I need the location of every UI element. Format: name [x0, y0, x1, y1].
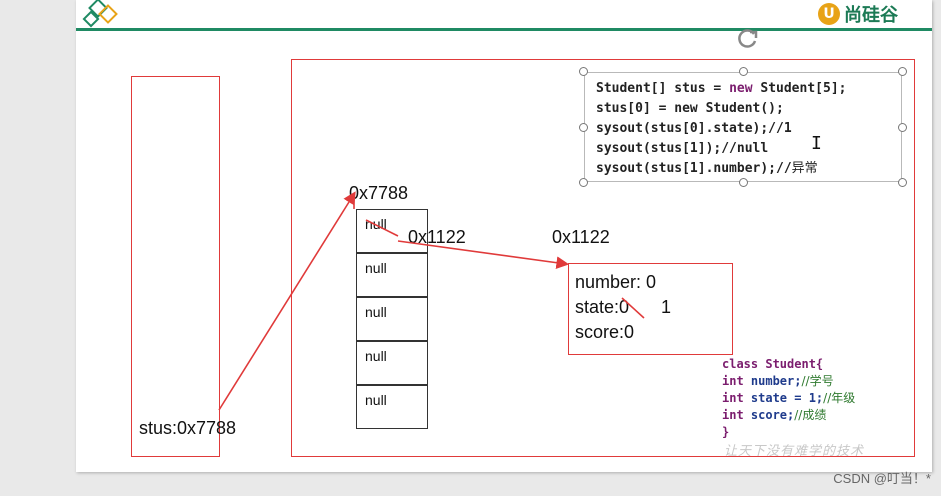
- class-line-4: int score;//成绩: [722, 407, 855, 424]
- code-text: sysout(stus[1].number);//: [596, 161, 792, 176]
- code-comment: 异常: [791, 161, 818, 176]
- resize-handle-s[interactable]: [739, 178, 748, 187]
- footer-credit: CSDN @叮当！*: [833, 471, 931, 486]
- resize-handle-n[interactable]: [739, 67, 748, 76]
- class-line-2: int number;//学号: [722, 373, 855, 390]
- stack-to-array-arrow: [218, 191, 356, 411]
- resize-handle-sw[interactable]: [579, 178, 588, 187]
- class-line-1: class Student{: [722, 357, 824, 371]
- array-to-object-arrow: [397, 240, 570, 270]
- class-keyword: int: [722, 374, 744, 388]
- class-keyword: int: [722, 391, 744, 405]
- code-text: Student[] stus =: [596, 81, 730, 96]
- class-keyword: int: [722, 408, 744, 422]
- strike-null: [365, 219, 399, 237]
- class-comment: //年级: [823, 391, 856, 405]
- code-text: Student[5];: [752, 81, 847, 96]
- watermark: 让天下没有难学的技术: [724, 444, 865, 459]
- resize-handle-nw[interactable]: [579, 67, 588, 76]
- class-field: number;: [743, 374, 802, 388]
- class-line-3: int state = 1;//年级: [722, 390, 855, 407]
- code-line-3: sysout(stus[0].state);//1: [596, 121, 792, 136]
- code-snippet: Student[] stus = new Student[5]; stus[0]…: [584, 72, 902, 182]
- resize-handle-se[interactable]: [898, 178, 907, 187]
- rotate-handle-icon[interactable]: [735, 26, 761, 52]
- resize-handle-w[interactable]: [579, 123, 588, 132]
- code-keyword: new: [729, 81, 753, 96]
- resize-handle-e[interactable]: [898, 123, 907, 132]
- class-field: state = 1;: [743, 391, 824, 405]
- strike-state-zero: [621, 297, 645, 319]
- code-line-1: Student[] stus = new Student[5];: [596, 79, 901, 99]
- slide: U 尚硅谷 stus:0x7788 0x7788 null null null …: [76, 0, 932, 472]
- code-line-5: sysout(stus[1].number);//异常: [596, 159, 901, 179]
- class-line-5: }: [722, 425, 730, 439]
- code-line-2: stus[0] = new Student();: [596, 101, 784, 116]
- code-line-4: sysout(stus[1]);//null: [596, 141, 769, 156]
- class-field: score;: [743, 408, 795, 422]
- class-comment: //学号: [801, 374, 834, 388]
- text-cursor-icon: I: [811, 133, 822, 154]
- resize-handle-ne[interactable]: [898, 67, 907, 76]
- class-comment: //成绩: [794, 408, 827, 422]
- class-definition: class Student{ int number;//学号 int state…: [722, 356, 855, 441]
